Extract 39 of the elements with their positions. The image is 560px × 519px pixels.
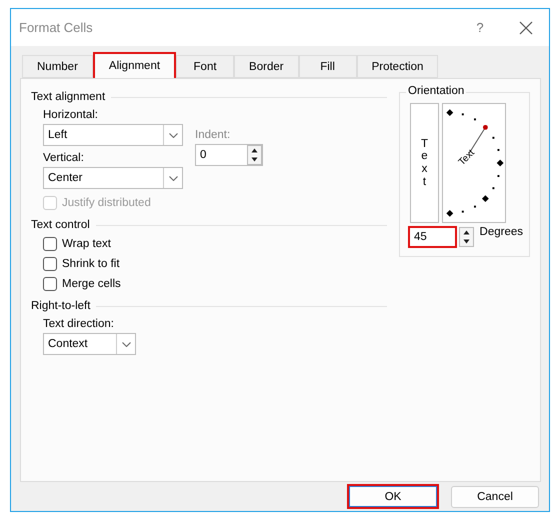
orientation-dial[interactable]: Text <box>442 103 506 223</box>
field-label: Degrees <box>480 226 523 238</box>
group-title: Orientation <box>406 85 466 97</box>
window-title: Format Cells <box>19 20 94 35</box>
group-title: Text alignment <box>31 91 106 103</box>
degrees-field[interactable]: 45 <box>408 226 457 248</box>
dialog-button[interactable]: OK <box>347 484 439 509</box>
checkbox-label[interactable]: Shrink to fit <box>43 254 387 274</box>
angle-handle[interactable] <box>482 124 488 130</box>
tab[interactable]: Alignment <box>92 52 176 78</box>
tab[interactable]: Fill <box>298 55 357 78</box>
spin-buttons[interactable] <box>458 227 474 247</box>
group-title: Right-to-left <box>31 300 90 312</box>
close-icon[interactable] <box>519 20 533 34</box>
help-button[interactable]: ? <box>457 20 503 35</box>
field-label: Vertical: <box>43 152 84 164</box>
field-label: Horizontal: <box>43 109 98 121</box>
checkbox[interactable] <box>43 277 57 291</box>
chevron-down-icon <box>122 342 130 346</box>
horizontal-dropdown[interactable]: Left <box>43 124 183 146</box>
field-label: Text direction: <box>43 318 114 330</box>
rotated-text: Text <box>456 148 477 168</box>
tab[interactable]: Protection <box>356 55 438 78</box>
checkbox[interactable] <box>43 257 57 271</box>
checkbox-label[interactable]: Merge cells <box>43 274 387 294</box>
tab[interactable]: Font <box>176 55 234 78</box>
tab[interactable]: Border <box>234 55 299 78</box>
chevron-down-icon <box>168 176 178 180</box>
vertical-text-button[interactable]: Text <box>410 103 439 223</box>
spin-buttons[interactable] <box>247 145 262 165</box>
checkbox[interactable] <box>43 237 57 251</box>
text-direction-dropdown[interactable]: Context <box>43 333 136 355</box>
group-title: Text control <box>31 219 90 231</box>
chevron-down-icon <box>168 132 178 138</box>
checkbox-label[interactable]: Wrap text <box>43 234 387 254</box>
tab[interactable]: Number <box>22 55 93 78</box>
dialog-button[interactable]: Cancel <box>451 486 539 508</box>
vertical-dropdown[interactable]: Center <box>43 167 183 189</box>
field-label: Indent: <box>195 129 230 141</box>
